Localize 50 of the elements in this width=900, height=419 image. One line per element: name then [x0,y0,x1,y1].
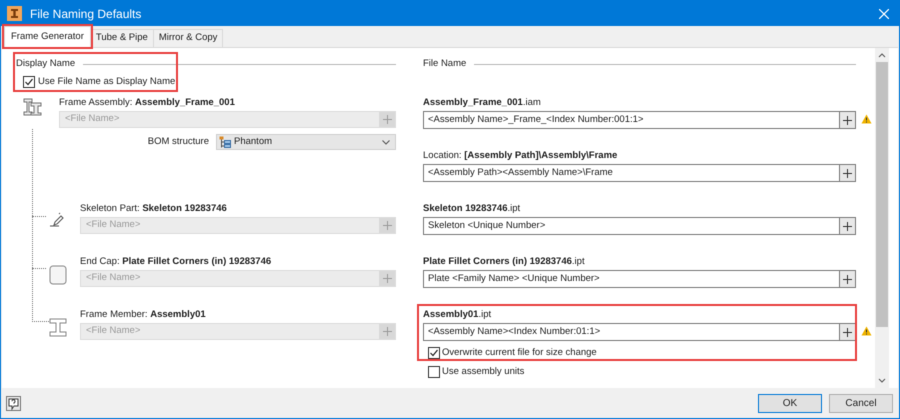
add-button[interactable] [839,323,856,341]
plus-icon [843,168,852,178]
close-icon[interactable] [879,8,889,18]
frame-assembly-icon [23,98,42,116]
checkbox-label: Use assembly units [442,364,524,379]
file-name-label: Skeleton 19283746.ipt [423,202,520,216]
file-name-label: Location: [Assembly Path]\Assembly\Frame [423,149,618,163]
plus-icon [843,116,852,124]
input-field[interactable]: <Assembly Path><Assembly Name>\Frame [423,164,839,182]
pencil-icon [49,212,65,228]
section-heading: Display Name [16,56,76,71]
plus-icon [843,274,852,284]
add-button[interactable] [839,164,856,182]
checkbox[interactable] [428,347,440,359]
chevron-down-icon [382,140,390,144]
tab[interactable]: Mirror & Copy [152,29,224,47]
component-label: Skeleton Part: Skeleton 19283746 [80,202,228,216]
app-logo-icon [7,6,22,21]
scroll-up-icon[interactable] [878,53,886,58]
component-label: Frame Assembly: Assembly_Frame_001 [59,96,236,110]
input-field[interactable]: <Assembly Name>_Frame_<Index Number:001:1> [423,111,839,129]
file-name-label: Assembly01.ipt [423,308,492,322]
component-label: Frame Member: Assembly01 [80,308,207,322]
field-label: BOM structure [148,134,209,149]
add-button[interactable] [839,270,856,288]
i-beam-icon [49,318,67,337]
file-name-label: Assembly_Frame_001.iam [423,96,541,110]
checkbox-label: Use File Name as Display Name [38,75,176,89]
plus-icon [843,222,852,230]
checkbox-label: Overwrite current file for size change [442,346,597,360]
plate-icon [49,265,67,285]
help-icon[interactable] [6,396,21,410]
add-button[interactable] [839,217,856,235]
structure-icon [219,136,231,148]
input-field[interactable]: Plate <Family Name> <Unique Number> [423,270,839,288]
scroll-down-icon[interactable] [878,378,886,383]
input-field[interactable]: Skeleton <Unique Number> [423,217,839,235]
checkbox[interactable] [428,366,440,378]
plus-icon [843,328,852,336]
component-label: End Cap: Plate Fillet Corners (in) 19283746 [80,255,272,269]
input-field[interactable]: <Assembly Name><Index Number:01:1> [423,323,839,341]
section-heading: File Name [423,56,466,71]
cancel-button[interactable]: Cancel [829,394,893,412]
file-name-label: Plate Fillet Corners (in) 19283746.ipt [423,255,585,269]
window-title: File Naming Defaults [30,6,142,22]
add-button[interactable] [839,111,856,129]
ok-button[interactable]: OK [758,394,822,412]
scrollbar[interactable] [875,48,889,388]
tab[interactable]: Frame Generator [4,26,91,47]
checkbox[interactable] [23,76,35,88]
